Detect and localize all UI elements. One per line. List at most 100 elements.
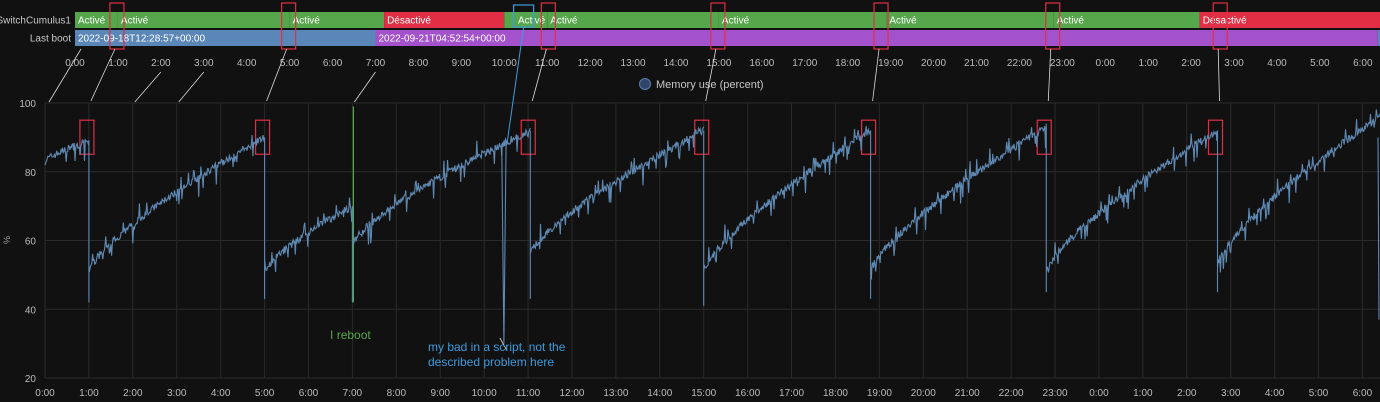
timeline-tick-label: 22:00 [1007, 58, 1032, 69]
timeline-tick-label: 0:00 [1096, 58, 1116, 69]
memory-chart: SwitchCumulus1 Activé Activé Activé Désactiv… [0, 2, 1380, 399]
timeline-tick-label: 18:00 [835, 58, 860, 69]
timeline-tick-label: 19:00 [878, 58, 903, 69]
connector-line [48, 48, 82, 103]
timeline-tick-label: 5:00 [1310, 58, 1330, 69]
timeline-tick-label: 23:00 [1050, 58, 1075, 69]
series-line [1045, 127, 1219, 293]
series-line [44, 138, 90, 166]
timeline-segment-label: 2022-09-18T12:28:57+00:00 [78, 34, 205, 45]
state-timeline: SwitchCumulus1 Activé Activé Activé Désactiv… [0, 12, 1380, 69]
x-tick-label: 18:00 [823, 388, 848, 399]
reboot-note: I reboot [330, 328, 371, 342]
legend-marker [639, 78, 651, 90]
timeline-segment-label: Désactivé [1203, 16, 1247, 27]
x-tick-label: 2:00 [123, 388, 143, 399]
x-tick-label: 15:00 [691, 388, 716, 399]
connector-line [531, 48, 547, 102]
y-tick-label: 60 [25, 237, 37, 248]
x-tick-label: 21:00 [955, 388, 980, 399]
series-spike [501, 140, 507, 344]
x-tick-label: 7:00 [343, 388, 363, 399]
timeline-segment-label: Activé [121, 16, 149, 27]
legend-label: Memory use (percent) [656, 79, 764, 91]
x-tick-label: 12:00 [559, 388, 584, 399]
x-tick-label: 2:00 [1177, 388, 1197, 399]
timeline-tick-label: 7:00 [366, 58, 386, 69]
timeline-tick-label: 4:00 [1267, 58, 1287, 69]
timeline-segment-label: Activé [889, 16, 917, 27]
timeline-tick-label: 6:00 [323, 58, 343, 69]
script-note-line: my bad in a script, not the [428, 340, 566, 354]
x-tick-label: 22:00 [999, 388, 1024, 399]
timeline-tick-label: 1:00 [1138, 58, 1158, 69]
timeline-row-label: SwitchCumulus1 [0, 16, 71, 27]
x-tick-label: 14:00 [647, 388, 672, 399]
series-lines [44, 109, 1380, 344]
connector-line [1217, 48, 1220, 102]
series-line [1216, 109, 1380, 293]
timeline-tick-label: 12:00 [578, 58, 603, 69]
timeline-tick-label: 3:00 [194, 58, 214, 69]
series-final-drop [1377, 137, 1380, 320]
timeline-segment-label: Activé [1057, 16, 1085, 27]
x-tick-label: 23:00 [1043, 388, 1068, 399]
dashboard-panel: SwitchCumulus1 Activé Activé Activé Désactiv… [0, 0, 1380, 402]
x-tick-label: 19:00 [867, 388, 892, 399]
peak-highlight-box [860, 119, 877, 155]
connector-line [178, 71, 205, 103]
timeline-tick-label: 9:00 [452, 58, 472, 69]
x-tick-label: 1:00 [1133, 388, 1153, 399]
series-line [703, 126, 872, 306]
timeline-tick-label: 2:00 [151, 58, 171, 69]
x-tick-label: 0:00 [1089, 388, 1109, 399]
connector-line [705, 48, 717, 102]
connector-line [134, 71, 162, 103]
x-tick-label: 6:00 [1353, 388, 1373, 399]
x-tick-label: 17:00 [779, 388, 804, 399]
timeline-tick-label: 10:00 [492, 58, 517, 69]
timeline-tick-label: 1:00 [108, 58, 128, 69]
x-tick-label: 3:00 [167, 388, 187, 399]
chart-text: Memory use (percent) 20 40 60 80 100% 0:00 1:00… [2, 78, 1373, 399]
script-note-line: described problem here [428, 355, 554, 369]
y-tick-label: 20 [25, 374, 37, 385]
x-tick-label: 5:00 [1309, 388, 1329, 399]
timeline-tick-label: 13:00 [621, 58, 646, 69]
timeline-segment-label: Activé [78, 16, 106, 27]
timeline-row-label: Last boot [30, 34, 71, 45]
series-line [870, 123, 1047, 299]
timeline-segment-label: Désactivé [387, 16, 431, 27]
timeline-segment-label: Activé [293, 16, 321, 27]
timeline-tick-label: 3:00 [1224, 58, 1244, 69]
connector-line [1047, 48, 1052, 102]
timeline-tick-label: 6:00 [1353, 58, 1373, 69]
timeline-segment-label: 2022-09-21T04:52:54+00:00 [378, 34, 505, 45]
timeline-tick-label: 0:00 [65, 58, 85, 69]
timeline-tick-label: 14:00 [663, 58, 688, 69]
x-tick-label: 6:00 [299, 388, 319, 399]
series-line [529, 126, 705, 299]
peak-highlight-box [1036, 119, 1052, 155]
peak-highlight-box [694, 119, 710, 155]
x-tick-label: 3:00 [1221, 388, 1241, 399]
timeline-tick-label: 4:00 [237, 58, 257, 69]
timeline-tick-label: 2:00 [1181, 58, 1201, 69]
x-tick-label: 4:00 [211, 388, 231, 399]
timeline-tick-label: 17:00 [792, 58, 817, 69]
connector-line [266, 48, 288, 102]
y-axis-label: % [2, 236, 12, 244]
y-tick-label: 100 [19, 99, 36, 110]
timeline-tick-label: 21:00 [964, 58, 989, 69]
x-tick-label: 10:00 [472, 388, 497, 399]
x-tick-label: 20:00 [911, 388, 936, 399]
y-tick-label: 40 [25, 305, 37, 316]
timeline-tick-label: 16:00 [749, 58, 774, 69]
timeline-segment-label: Activé [550, 16, 578, 27]
grid-lines [44, 102, 1380, 379]
x-tick-label: 8:00 [387, 388, 407, 399]
timeline-tick-label: 20:00 [921, 58, 946, 69]
x-tick-label: 13:00 [603, 388, 628, 399]
timeline-tick-label: 11:00 [535, 58, 560, 69]
x-tick-label: 0:00 [35, 388, 55, 399]
